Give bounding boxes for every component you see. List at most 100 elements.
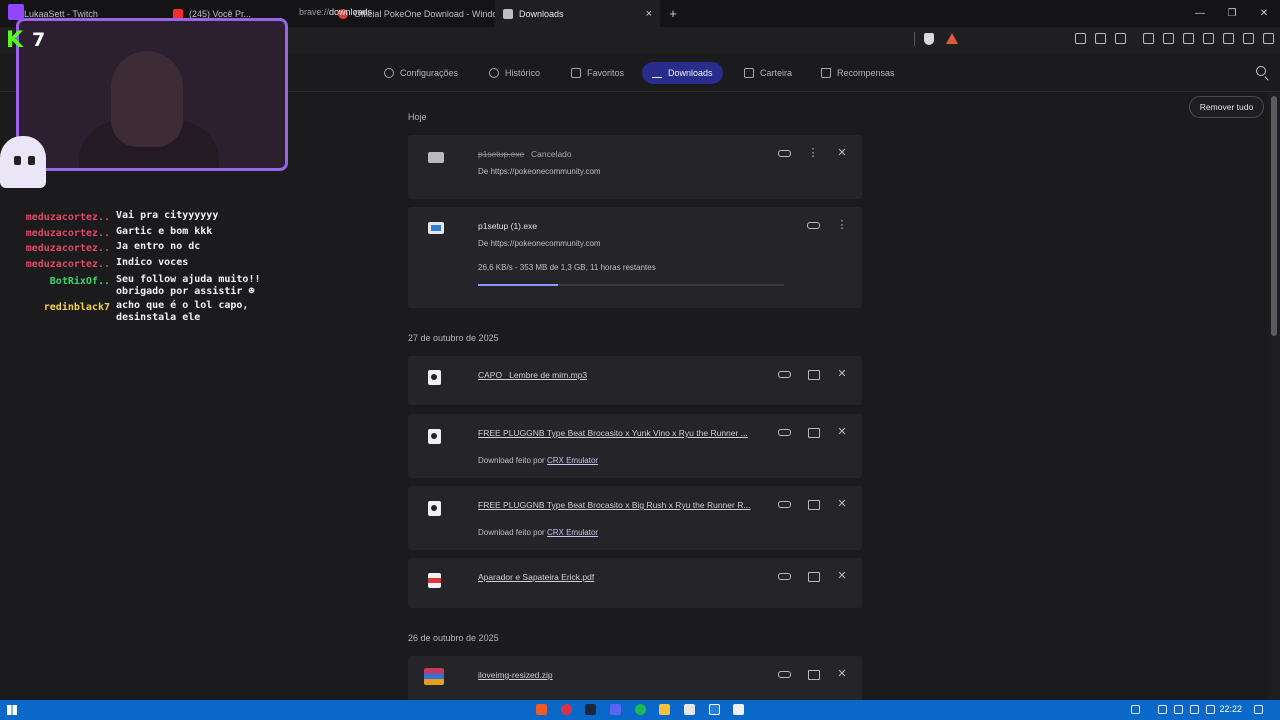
divider [914, 32, 915, 46]
exe-file-icon [428, 152, 444, 163]
close-icon[interactable]: ✕ [836, 368, 848, 380]
notepad-taskbar-icon[interactable] [684, 704, 695, 715]
spotify-taskbar-icon[interactable] [635, 704, 646, 715]
brave-shield-icon[interactable] [924, 33, 934, 45]
close-icon[interactable]: ✕ [836, 668, 848, 680]
extension-link[interactable]: CRX Emulator [547, 528, 598, 537]
chat-message: meduzacortez.. Ja entro no dc [8, 241, 276, 257]
nav-settings[interactable]: Configurações [374, 62, 468, 84]
copy-link-icon[interactable] [778, 570, 791, 582]
nav-downloads[interactable]: Downloads [642, 62, 723, 84]
monitor-icon[interactable] [1158, 705, 1167, 714]
folder-icon[interactable] [807, 368, 820, 380]
remove-all-button[interactable]: Remover tudo [1189, 96, 1264, 118]
file-explorer-taskbar-icon[interactable] [659, 704, 670, 715]
leo-icon[interactable] [1223, 33, 1234, 44]
kick-viewer-count: 7 [32, 29, 46, 51]
progress-bar [478, 284, 784, 286]
close-icon[interactable]: ✕ [836, 498, 848, 510]
chat-message: BotRixOf.. Seu follow ajuda muito!! obrig… [8, 274, 276, 297]
chat-message: meduzacortez.. Vai pra cityyyyyy [8, 210, 276, 226]
source-url: De https://pokeonecommunity.com [478, 167, 601, 176]
media-icon[interactable] [1163, 33, 1174, 44]
windows-start-icon[interactable] [7, 705, 17, 715]
menu-icon[interactable] [1263, 33, 1274, 44]
chevron-up-icon[interactable] [1131, 705, 1140, 714]
chat-overlay: meduzacortez.. Vai pra cityyyyyy meduzaco… [8, 210, 276, 323]
search-icon[interactable] [1256, 66, 1266, 76]
progress-text: 26,6 KB/s - 353 MB de 1,3 GB, 11 horas r… [478, 263, 656, 272]
copy-link-icon[interactable] [778, 147, 791, 159]
app-taskbar-icon[interactable] [561, 704, 572, 715]
sidebar-icon[interactable] [1183, 33, 1194, 44]
nav-rewards[interactable]: Recompensas [811, 62, 905, 84]
screenshot-icon[interactable] [1115, 33, 1126, 44]
nav-history[interactable]: Histórico [479, 62, 550, 84]
downloads-icon[interactable] [1143, 33, 1154, 44]
chat-text: acho que é o lol capo, desinstala ele [116, 300, 249, 323]
copy-link-icon[interactable] [778, 426, 791, 438]
clock[interactable]: 22:22 [1219, 704, 1242, 714]
source-url: De https://pokeonecommunity.com [478, 239, 601, 248]
copy-link-icon[interactable] [778, 668, 791, 680]
downloaded-by: Download feito por CRX Emulator [478, 456, 598, 465]
speaker-icon[interactable] [1075, 33, 1086, 44]
folder-icon[interactable] [807, 498, 820, 510]
download-item-beat2: FREE PLUGGNB Type Beat Brocasito x Big R… [408, 486, 862, 550]
url-field[interactable]: brave://downloads [299, 7, 372, 17]
ghost-eye [14, 156, 21, 165]
chat-username: redinblack7 [43, 302, 110, 313]
notifications-icon[interactable] [1254, 705, 1263, 714]
history-icon [489, 68, 499, 78]
file-name-link[interactable]: iloveimg-resized.zip [478, 670, 553, 680]
brave-taskbar-icon[interactable] [536, 704, 547, 715]
close-icon[interactable]: ✕ [836, 426, 848, 438]
folder-icon[interactable] [807, 426, 820, 438]
copy-link-icon[interactable] [778, 498, 791, 510]
close-window-button[interactable]: ✕ [1248, 0, 1280, 27]
network-icon[interactable] [1190, 705, 1199, 714]
discord-taskbar-icon[interactable] [610, 704, 621, 715]
folder-icon[interactable] [807, 570, 820, 582]
file-name-link[interactable]: FREE PLUGGNB Type Beat Brocasito x Big R… [478, 500, 750, 510]
downloader-taskbar-icon[interactable] [733, 704, 744, 715]
download-item-cancelled: p1setup.exe Cancelado De https://pokeone… [408, 135, 862, 199]
vertical-scrollbar[interactable] [1268, 92, 1280, 700]
close-icon[interactable]: ✕ [836, 147, 848, 159]
file-name-link[interactable]: FREE PLUGGNB Type Beat Brocasito x Yunk … [478, 428, 748, 438]
copy-link-icon[interactable] [807, 219, 820, 231]
chat-text: Gartic e bom kkk [116, 225, 213, 237]
maximize-button[interactable]: ❐ [1216, 0, 1248, 27]
microphone-icon[interactable] [1174, 705, 1183, 714]
file-name: p1setup.exe [478, 149, 525, 159]
close-icon[interactable]: ✕ [836, 570, 848, 582]
file-name-link[interactable]: Aparador e Sapateira Erick.pdf [478, 572, 594, 582]
archive-file-icon [424, 668, 444, 685]
nav-bookmarks[interactable]: Favoritos [561, 62, 634, 84]
more-options-icon[interactable]: ⋮ [807, 147, 819, 159]
copy-link-icon[interactable] [778, 368, 791, 380]
brave-rewards-icon[interactable] [946, 33, 958, 44]
minimize-button[interactable]: — [1184, 0, 1216, 27]
close-tab-icon[interactable]: × [646, 8, 652, 20]
ghost-mascot-icon [0, 136, 46, 188]
vpn-icon[interactable] [1243, 33, 1254, 44]
extension-link[interactable]: CRX Emulator [547, 456, 598, 465]
rewards-icon [821, 68, 831, 78]
downloaded-by-label: Download feito por [478, 528, 545, 537]
wallet-icon[interactable] [1203, 33, 1214, 44]
folder-icon[interactable] [807, 668, 820, 680]
volume-icon[interactable] [1206, 705, 1215, 714]
scrollbar-thumb[interactable] [1271, 96, 1277, 336]
more-options-icon[interactable]: ⋮ [836, 219, 848, 231]
steam-taskbar-icon[interactable] [585, 704, 596, 715]
extensions-icon[interactable] [1095, 33, 1106, 44]
file-name-link[interactable]: CAPO_ Lembre de mim.mp3 [478, 370, 587, 380]
nav-wallet[interactable]: Carteira [734, 62, 802, 84]
new-tab-button[interactable]: + [660, 6, 686, 21]
stream-overlay: K 7 meduzacortez.. Vai pra cityyyyyy medu… [0, 0, 300, 340]
vscode-taskbar-icon[interactable] [709, 704, 720, 715]
tab-downloads[interactable]: Downloads × [495, 0, 660, 27]
windows-taskbar: 22:22 [0, 700, 1280, 720]
download-item-in-progress: p1setup (1).exe De https://pokeonecommun… [408, 207, 862, 308]
